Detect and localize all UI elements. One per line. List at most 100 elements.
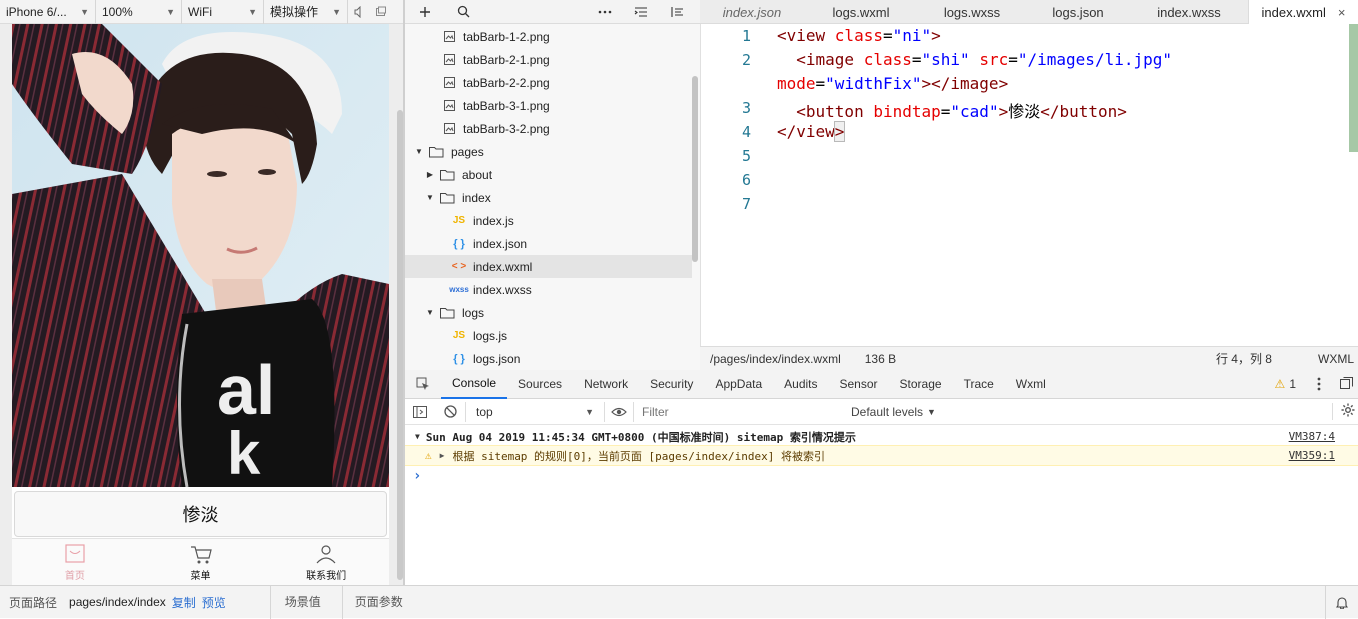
- collapse-all-icon[interactable]: [623, 0, 659, 24]
- tab-home[interactable]: 首页: [12, 539, 138, 585]
- code-token: </button>: [1040, 102, 1127, 121]
- console-source-link[interactable]: VM359:1: [1289, 449, 1335, 462]
- warning-counter[interactable]: ⚠ 1: [1275, 377, 1296, 391]
- copy-path-link[interactable]: 复制: [172, 594, 196, 611]
- tree-folder-logs[interactable]: ▼ logs: [405, 301, 692, 324]
- notification-bell-icon[interactable]: [1325, 585, 1348, 619]
- prompt-chevron-icon: ›: [413, 467, 422, 484]
- image-file-icon: [441, 30, 457, 44]
- device-select[interactable]: iPhone 6/... ▼: [0, 0, 96, 24]
- image-file-icon: [441, 53, 457, 67]
- tree-item-tabbarb-2-2[interactable]: tabBarb-2-2.png: [405, 71, 692, 94]
- tree-folder-pages[interactable]: ▼ pages: [405, 140, 692, 163]
- dock-icon[interactable]: [1340, 376, 1354, 392]
- page-params-button[interactable]: 页面参数: [341, 585, 422, 619]
- tree-item-logs-json[interactable]: { } logs.json: [405, 347, 692, 370]
- log-levels-select[interactable]: Default levels ▼: [851, 405, 936, 419]
- tree-item-tabbarb-2-1[interactable]: tabBarb-2-1.png: [405, 48, 692, 71]
- image-file-icon: [441, 76, 457, 90]
- network-select-value: WiFi: [188, 4, 212, 19]
- console-output[interactable]: ▼ Sun Aug 04 2019 11:45:34 GMT+0800 (中国标…: [405, 425, 1358, 585]
- tree-item-index-js[interactable]: JS index.js: [405, 209, 692, 232]
- console-filter-input[interactable]: [633, 401, 843, 422]
- tree-item-label: tabBarb-3-1.png: [463, 98, 550, 113]
- devtools-tab-network[interactable]: Network: [573, 370, 639, 399]
- tree-item-index-wxss[interactable]: wxss index.wxss: [405, 278, 692, 301]
- code-token: </view: [777, 122, 835, 141]
- close-icon[interactable]: ×: [1338, 5, 1346, 20]
- tree-item-tabbarb-3-2[interactable]: tabBarb-3-2.png: [405, 117, 692, 140]
- chevron-down-icon: ▼: [80, 6, 89, 17]
- devtools-tab-label: AppData: [715, 377, 763, 391]
- minimap-indicator[interactable]: [1349, 24, 1358, 152]
- tree-item-index-json[interactable]: { } index.json: [405, 232, 692, 255]
- devtools-tab-label: Security: [650, 377, 694, 391]
- cursor-position[interactable]: 行 4，列 8: [1216, 350, 1272, 367]
- search-icon[interactable]: [445, 0, 481, 24]
- tab-menu[interactable]: 菜单: [138, 539, 264, 585]
- split-view-icon[interactable]: [659, 0, 695, 24]
- more-vertical-icon[interactable]: [1312, 377, 1326, 391]
- tree-item-label: logs.js: [473, 328, 508, 343]
- console-source-link[interactable]: VM387:4: [1289, 430, 1335, 443]
- editor-tab-logs-wxss[interactable]: logs.wxss: [918, 0, 1026, 24]
- tree-item-tabbarb-3-1[interactable]: tabBarb-3-1.png: [405, 94, 692, 117]
- explorer-scrollbar[interactable]: [692, 76, 698, 262]
- operation-select[interactable]: 模拟操作 ▼: [264, 0, 348, 24]
- console-prompt[interactable]: ›: [405, 467, 1358, 484]
- preview-link[interactable]: 预览: [202, 594, 226, 611]
- inspect-element-icon[interactable]: [405, 370, 441, 399]
- folder-icon: [440, 168, 456, 182]
- language-mode[interactable]: WXML: [1318, 352, 1354, 366]
- devtools-tab-wxml[interactable]: Wxml: [1005, 370, 1057, 399]
- devtools-tab-appdata[interactable]: AppData: [704, 370, 773, 399]
- code-token: bindtap: [873, 102, 941, 121]
- console-group-header[interactable]: ▼ Sun Aug 04 2019 11:45:34 GMT+0800 (中国标…: [405, 428, 1358, 445]
- tree-item-label: logs: [462, 305, 485, 320]
- editor-tab-logs-wxml[interactable]: logs.wxml: [804, 0, 918, 24]
- editor-tab-index-wxml[interactable]: index.wxml ×: [1248, 0, 1358, 24]
- editor-tab-logs-json[interactable]: logs.json: [1026, 0, 1130, 24]
- zoom-select[interactable]: 100% ▼: [96, 0, 182, 24]
- tree-folder-index[interactable]: ▼ index: [405, 186, 692, 209]
- devtools-tab-security[interactable]: Security: [639, 370, 704, 399]
- mute-icon[interactable]: [348, 0, 370, 24]
- device-select-value: iPhone 6/...: [6, 4, 67, 19]
- code-token: >: [998, 102, 1009, 121]
- scene-value-button[interactable]: 场景值: [269, 585, 334, 619]
- clear-console-icon[interactable]: [435, 405, 465, 418]
- devtools-tab-trace[interactable]: Trace: [953, 370, 1005, 399]
- tree-item-index-wxml[interactable]: < > index.wxml: [405, 255, 692, 278]
- line-number: 5: [741, 147, 751, 165]
- tree-item-label: index.wxml: [473, 259, 533, 274]
- sidebar-toggle-icon[interactable]: [405, 405, 435, 418]
- devtools-tab-console[interactable]: Console: [441, 370, 508, 399]
- tree-item-logs-js[interactable]: JS logs.js: [405, 324, 692, 347]
- editor-tab-index-json[interactable]: index.json: [700, 0, 804, 24]
- page-path-label: 页面路径: [9, 595, 58, 610]
- eye-icon[interactable]: [605, 407, 633, 417]
- devtools-tab-label: Wxml: [1015, 377, 1046, 391]
- detach-window-icon[interactable]: [370, 0, 392, 24]
- context-select[interactable]: top ▼: [465, 401, 605, 422]
- devtools-tab-audits[interactable]: Audits: [773, 370, 828, 399]
- console-warning-row[interactable]: ⚠ ▶ 根据 sitemap 的规则[0]，当前页面 [pages/index/…: [405, 445, 1358, 466]
- code-token: =: [1008, 50, 1018, 69]
- cad-button[interactable]: 惨淡: [14, 491, 387, 537]
- add-icon[interactable]: [405, 0, 445, 24]
- tree-folder-about[interactable]: ▶ about: [405, 163, 692, 186]
- code-token: "shi": [921, 50, 970, 69]
- code-editor[interactable]: 1 2 3 4 5 6 7 <view class="ni"> <image c…: [700, 24, 1358, 346]
- tree-item-tabbarb-1-2[interactable]: tabBarb-1-2.png: [405, 25, 692, 48]
- console-settings-icon[interactable]: [1332, 403, 1355, 420]
- collapsed-arrow-icon: ▶: [426, 170, 434, 179]
- devtools-tab-sensor[interactable]: Sensor: [829, 370, 889, 399]
- editor-tab-index-wxss[interactable]: index.wxss: [1130, 0, 1248, 24]
- network-select[interactable]: WiFi ▼: [182, 0, 264, 24]
- code-token: "/images/li.jpg": [1017, 50, 1172, 69]
- devtools-tab-storage[interactable]: Storage: [889, 370, 953, 399]
- tab-contact[interactable]: 联系我们: [263, 539, 389, 585]
- devtools-tab-sources[interactable]: Sources: [507, 370, 573, 399]
- folder-open-icon: [440, 191, 456, 205]
- more-icon[interactable]: [587, 0, 623, 24]
